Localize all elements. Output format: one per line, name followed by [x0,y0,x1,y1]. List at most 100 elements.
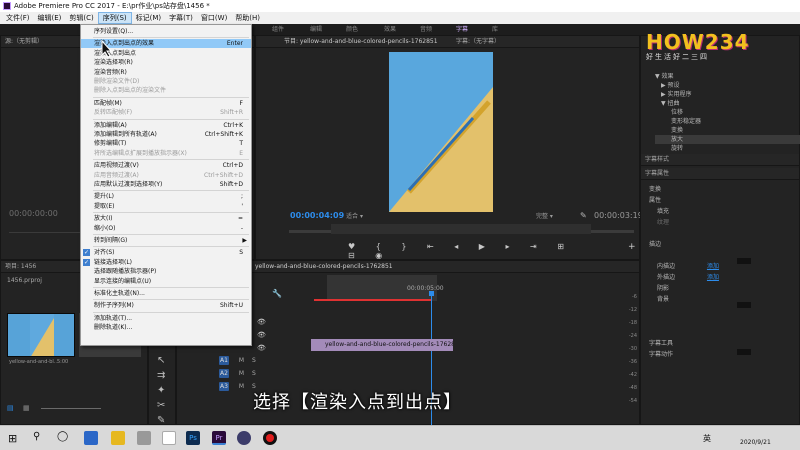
mute-button[interactable]: M [239,383,244,390]
wrench-icon[interactable]: ✎ [580,211,587,220]
menu-item[interactable]: 匹配帧(M) F [81,99,251,108]
menu-item[interactable]: 添加编辑到所有轨道(A) Ctrl+Shift+K [81,130,251,139]
menu-item[interactable]: 渲染音频(R) [81,68,251,77]
app-icon-3[interactable] [237,431,251,445]
menu-item[interactable]: 制作子序列(M) Shift+U [81,301,251,310]
prop-row-outer-stroke[interactable]: 外描边 添加 [649,272,794,283]
title-actions-header[interactable]: 字幕动作 [649,349,794,360]
workspace-tab-editing[interactable]: 编辑 [310,24,322,35]
menu-item[interactable]: 修剪编辑(T) T [81,139,251,148]
prop-row-fill[interactable]: 填充 [649,206,794,217]
menu-item[interactable]: 选择跟随播放指示器(P) [81,267,251,276]
menu-item[interactable]: 应用默认过渡到选择项(Y) Shift+D [81,180,251,189]
prop-row-transform[interactable]: 变换 [649,184,794,195]
menu-item[interactable]: 链接选择项(L) ✓ [81,258,251,267]
audio-track-label[interactable]: A1 [219,356,229,365]
menu-item[interactable]: 序列设置(Q)... [81,27,251,36]
video-clip[interactable]: yellow-and-and-blue-colored-pencils-1762… [311,339,453,351]
title-properties-header[interactable]: 字幕属性 [641,168,799,180]
title-style-header[interactable]: 字幕样式 [641,154,799,166]
effects-tree-item[interactable]: ▼ 效果 [655,72,800,81]
effects-tree-item[interactable]: ▶ 预设 [655,81,800,90]
quality-dropdown[interactable]: 完整 ▾ [536,211,553,220]
menu-item[interactable]: 显示连接的编辑点(U) [81,277,251,286]
stroke-color-swatch[interactable] [737,302,751,308]
menu-item[interactable]: 提升(L); [81,192,251,201]
workspace-tab-effects[interactable]: 效果 [384,24,396,35]
mute-button[interactable]: M [239,357,244,364]
workspace-tab-assembly[interactable]: 组件 [272,24,284,35]
file-explorer-icon[interactable] [111,431,125,445]
menu-item[interactable]: 渲染选择项(R) [81,58,251,67]
effects-tree-item[interactable]: ▶ 实用程序 [655,90,800,99]
task-view-icon[interactable]: ◯ [57,431,68,442]
prop-row-stroke[interactable]: 描边 [649,239,794,261]
effects-tree-item-selected[interactable]: 放大 [655,135,800,144]
menu-item[interactable]: 放大(I) = [81,214,251,223]
background-color-swatch[interactable] [737,349,751,355]
menu-item[interactable]: 标准化主轨道(N)... [81,289,251,298]
menu-item[interactable]: 添加编辑(A) Ctrl+K [81,121,251,130]
prop-row-inner-stroke[interactable]: 内描边 添加 [649,261,794,272]
app-icon[interactable] [137,431,151,445]
fit-dropdown[interactable]: 适合 ▾ [346,211,386,221]
add-inner-stroke-link[interactable]: 添加 [707,263,719,270]
ime-indicator[interactable]: 英 [703,433,711,444]
menu-item[interactable]: 删除轨道(K)... [81,323,251,332]
audio-track-label[interactable]: A3 [219,382,229,391]
icon-view-icon[interactable]: ▦ [23,404,30,412]
transport-controls[interactable]: ♥ { } ⇤ ◂ ▶ ▸ ⇥ ⊞ ⊟ ◉ [348,242,588,260]
mute-button[interactable]: M [239,370,244,377]
workspace-tab-color[interactable]: 颜色 [346,24,358,35]
photoshop-icon[interactable]: Ps [186,431,200,445]
menu-item[interactable]: 对齐(S) S ✓ [81,248,251,257]
workspace-tab-libraries[interactable]: 库 [492,24,498,35]
effects-tree-item[interactable]: 变形稳定器 [655,117,800,126]
audio-track-label[interactable]: A2 [219,369,229,378]
windows-start-icon[interactable]: ⊞ [8,432,17,445]
menu-item[interactable]: 添加轨道(T)... [81,314,251,323]
menu-clip[interactable]: 剪辑(C) [65,12,97,24]
prop-row-shadow[interactable]: 阴影 [649,283,794,294]
wrench-icon[interactable]: 🔧 [272,289,282,298]
recorder-icon[interactable] [263,431,277,445]
app-icon-2[interactable] [162,431,176,445]
clip-thumbnail[interactable] [7,313,75,357]
menu-marker[interactable]: 标记(M) [132,12,166,24]
menu-file[interactable]: 文件(F) [2,12,34,24]
effects-tree-item[interactable]: 位移 [655,108,800,117]
add-button-icon[interactable]: + [628,242,636,252]
solo-button[interactable]: S [252,357,256,364]
titles-tab[interactable]: 字幕:（无字幕） [456,36,500,47]
menu-help[interactable]: 帮助(H) [231,12,264,24]
program-tab[interactable]: 节目: yellow-and-and-blue-colored-pencils-… [284,36,438,47]
menu-window[interactable]: 窗口(W) [197,12,231,24]
prop-row-background[interactable]: 背景 [649,294,794,338]
thumbnail-zoom-slider[interactable] [41,408,101,409]
video-track-eye-icons[interactable]: 👁 👁 👁 [257,316,266,355]
timeline-sequence-tab[interactable]: yellow-and-and-blue-colored-pencils-1762… [255,261,393,272]
title-tools-header[interactable]: 字幕工具 [649,338,794,349]
program-zoom-bar[interactable] [331,224,591,234]
add-outer-stroke-link[interactable]: 添加 [707,274,719,281]
menu-item[interactable]: 转到间隔(G) ▶ [81,236,251,245]
menu-item[interactable]: 应用视频过渡(V) Ctrl+D [81,161,251,170]
program-timecode[interactable]: 00:00:04:09 [290,211,344,220]
edge-browser-icon[interactable] [84,431,98,445]
effects-tree-item[interactable]: ▼ 扭曲 [655,99,800,108]
effects-tree-item[interactable]: 变换 [655,126,800,135]
menu-sequence[interactable]: 序列(S) [97,12,132,24]
prop-row-properties[interactable]: 属性 [649,195,794,206]
premiere-taskbar-icon[interactable]: Pr [212,431,226,445]
list-view-icon[interactable]: ▤ [7,404,14,412]
solo-button[interactable]: S [252,370,256,377]
workspace-tab-audio[interactable]: 音频 [420,24,432,35]
effects-tree-item[interactable]: 旋转 [655,144,800,153]
menu-edit[interactable]: 编辑(E) [34,12,66,24]
menu-item[interactable]: 缩小(O) - [81,224,251,233]
menu-item[interactable]: 提取(E) ' [81,202,251,211]
playhead-handle[interactable] [429,291,434,296]
clock-date[interactable]: 2020/9/21 [740,439,771,446]
fill-color-swatch[interactable] [737,258,751,264]
menu-title[interactable]: 字幕(T) [165,12,197,24]
